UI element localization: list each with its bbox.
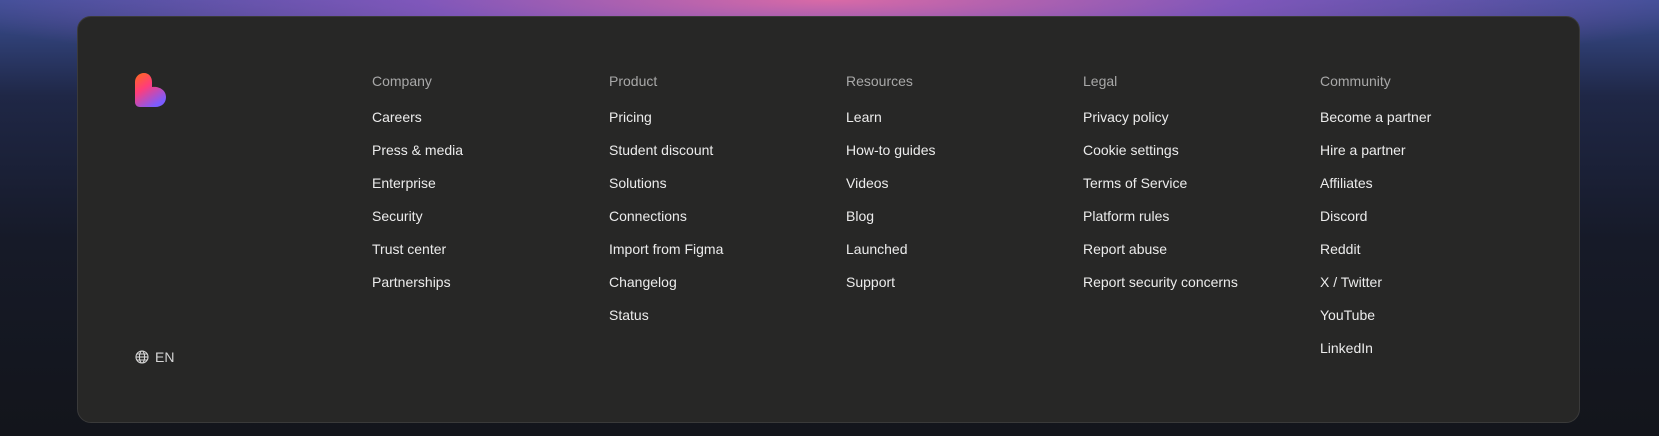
footer-link-blog[interactable]: Blog: [846, 208, 1066, 241]
footer-link-launched[interactable]: Launched: [846, 241, 1066, 274]
column-heading: Legal: [1083, 73, 1118, 89]
footer-link-videos[interactable]: Videos: [846, 175, 1066, 208]
heart-logo-icon[interactable]: [135, 73, 167, 107]
column-heading: Resources: [846, 73, 913, 89]
column-heading: Product: [609, 73, 658, 89]
footer-link-security[interactable]: Security: [372, 208, 592, 241]
footer-link-terms-of-service[interactable]: Terms of Service: [1083, 175, 1303, 208]
footer-column-legal: Legal Privacy policy Cookie settings Ter…: [1083, 73, 1303, 307]
footer-link-pricing[interactable]: Pricing: [609, 109, 829, 142]
footer-link-reddit[interactable]: Reddit: [1320, 241, 1540, 274]
footer-link-learn[interactable]: Learn: [846, 109, 1066, 142]
footer-link-become-a-partner[interactable]: Become a partner: [1320, 109, 1540, 142]
footer-column-product: Product Pricing Student discount Solutio…: [609, 73, 829, 340]
footer-link-how-to-guides[interactable]: How-to guides: [846, 142, 1066, 175]
footer-column-community: Community Become a partner Hire a partne…: [1320, 73, 1540, 373]
footer-link-import-from-figma[interactable]: Import from Figma: [609, 241, 829, 274]
footer-link-changelog[interactable]: Changelog: [609, 274, 829, 307]
footer-link-youtube[interactable]: YouTube: [1320, 307, 1540, 340]
footer-link-privacy-policy[interactable]: Privacy policy: [1083, 109, 1303, 142]
footer-link-press-media[interactable]: Press & media: [372, 142, 592, 175]
footer-link-cookie-settings[interactable]: Cookie settings: [1083, 142, 1303, 175]
footer-link-student-discount[interactable]: Student discount: [609, 142, 829, 175]
footer-link-support[interactable]: Support: [846, 274, 1066, 307]
footer-link-platform-rules[interactable]: Platform rules: [1083, 208, 1303, 241]
site-footer: Company Careers Press & media Enterprise…: [77, 16, 1580, 423]
column-heading: Community: [1320, 73, 1391, 89]
footer-link-discord[interactable]: Discord: [1320, 208, 1540, 241]
column-heading: Company: [372, 73, 432, 89]
footer-link-affiliates[interactable]: Affiliates: [1320, 175, 1540, 208]
footer-link-careers[interactable]: Careers: [372, 109, 592, 142]
footer-link-connections[interactable]: Connections: [609, 208, 829, 241]
footer-link-enterprise[interactable]: Enterprise: [372, 175, 592, 208]
footer-column-company: Company Careers Press & media Enterprise…: [372, 73, 592, 307]
footer-link-x-twitter[interactable]: X / Twitter: [1320, 274, 1540, 307]
footer-link-report-security-concerns[interactable]: Report security concerns: [1083, 274, 1303, 307]
language-label: EN: [155, 349, 175, 365]
footer-link-linkedin[interactable]: LinkedIn: [1320, 340, 1540, 373]
footer-link-status[interactable]: Status: [609, 307, 829, 340]
footer-link-hire-a-partner[interactable]: Hire a partner: [1320, 142, 1540, 175]
footer-link-partnerships[interactable]: Partnerships: [372, 274, 592, 307]
footer-link-report-abuse[interactable]: Report abuse: [1083, 241, 1303, 274]
footer-link-solutions[interactable]: Solutions: [609, 175, 829, 208]
footer-link-trust-center[interactable]: Trust center: [372, 241, 592, 274]
globe-icon: [135, 350, 149, 364]
language-selector[interactable]: EN: [135, 349, 174, 365]
footer-column-resources: Resources Learn How-to guides Videos Blo…: [846, 73, 1066, 307]
